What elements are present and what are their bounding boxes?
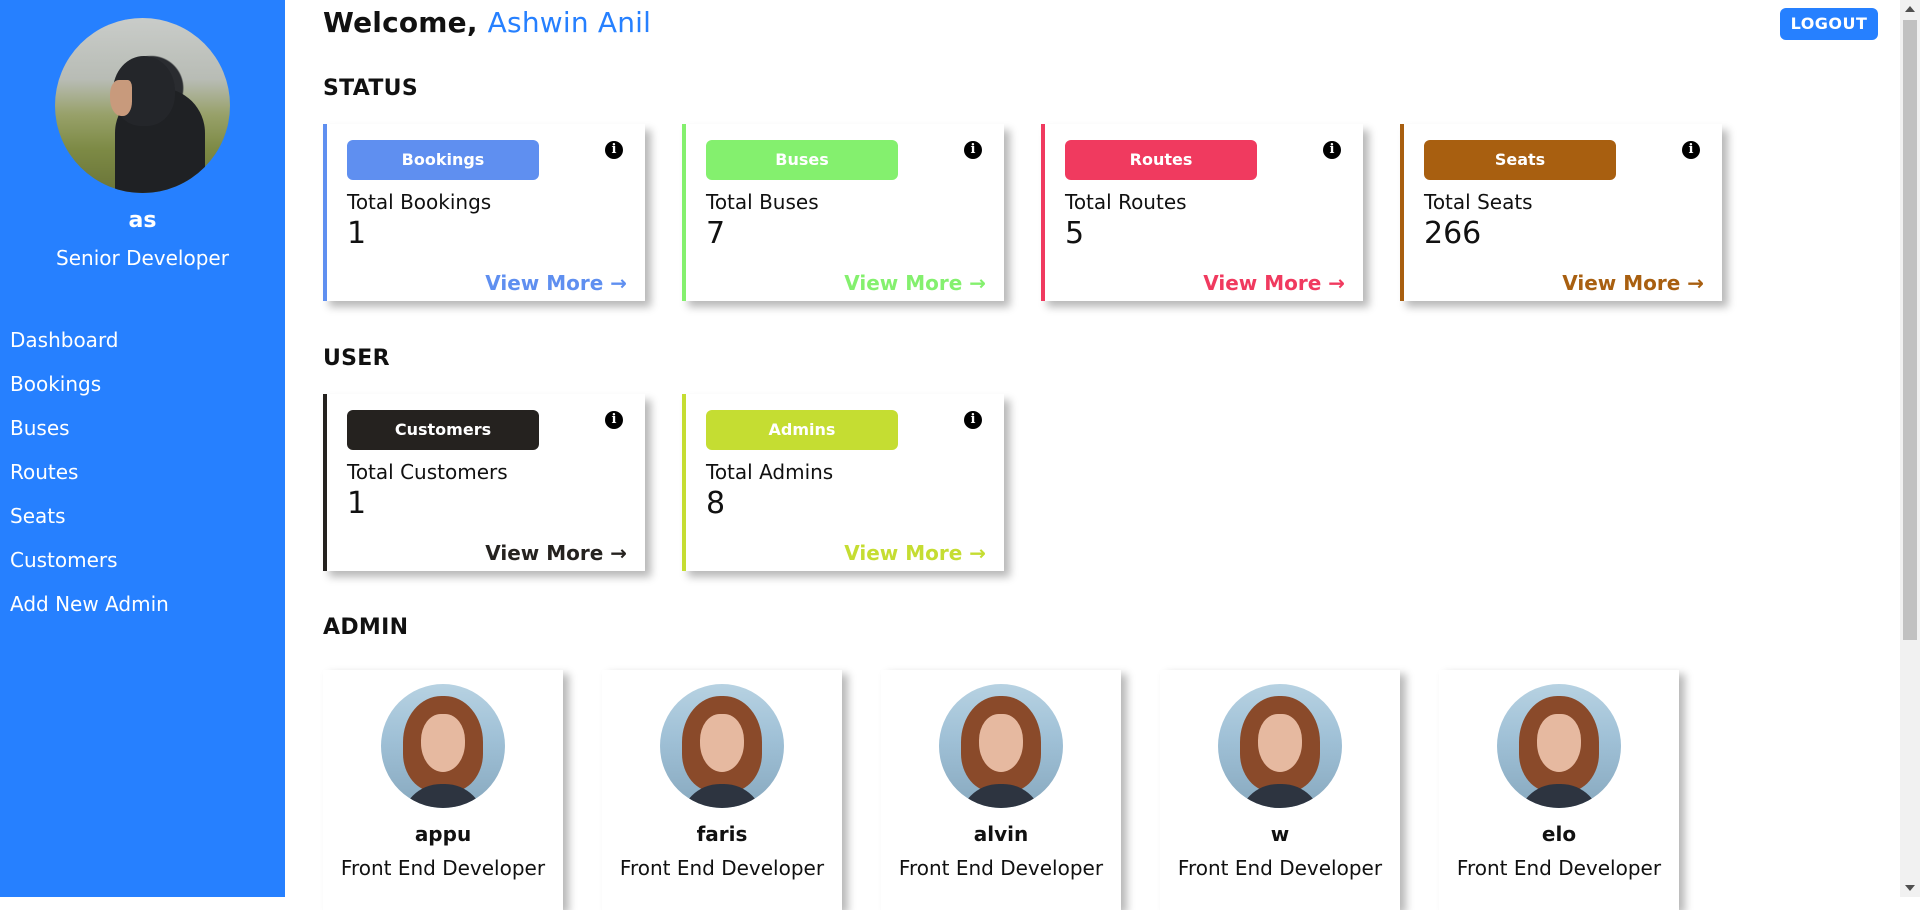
welcome-prefix: Welcome,	[323, 6, 488, 39]
admins-card: Admins i Total Admins 8 View More →	[682, 394, 1004, 571]
welcome-heading: Welcome, Ashwin Anil	[323, 6, 651, 39]
card-label: Total Seats	[1424, 190, 1533, 214]
buses-badge[interactable]: Buses	[706, 140, 898, 180]
scroll-down-arrow-icon[interactable]	[1905, 885, 1915, 891]
admin-avatar	[381, 684, 505, 808]
sidebar-item-dashboard[interactable]: Dashboard	[10, 318, 169, 362]
logout-button[interactable]: LOGOUT	[1780, 8, 1878, 40]
view-more-link[interactable]: View More →	[1203, 271, 1345, 295]
admin-name: w	[1270, 822, 1290, 846]
admins-badge[interactable]: Admins	[706, 410, 898, 450]
customers-card: Customers i Total Customers 1 View More …	[323, 394, 645, 571]
info-icon[interactable]: i	[964, 411, 982, 429]
profile-avatar	[55, 18, 230, 193]
admin-avatar	[660, 684, 784, 808]
page-scrollbar[interactable]	[1900, 0, 1920, 897]
admin-role: Front End Developer	[898, 856, 1104, 880]
scroll-up-arrow-icon[interactable]	[1905, 6, 1915, 12]
status-section-title: STATUS	[323, 76, 418, 101]
seats-badge[interactable]: Seats	[1424, 140, 1616, 180]
profile-role: Senior Developer	[56, 246, 229, 270]
card-value: 266	[1424, 216, 1482, 251]
admin-name: appu	[414, 822, 472, 846]
card-label: Total Buses	[706, 190, 819, 214]
admin-name: alvin	[973, 822, 1029, 846]
view-more-link[interactable]: View More →	[844, 541, 986, 565]
welcome-user-name: Ashwin Anil	[487, 6, 652, 39]
profile-name: as	[128, 208, 157, 233]
card-value: 1	[347, 486, 367, 521]
admin-role: Front End Developer	[619, 856, 825, 880]
sidebar-item-customers[interactable]: Customers	[10, 538, 169, 582]
card-label: Total Bookings	[347, 190, 492, 214]
admin-avatar	[939, 684, 1063, 808]
view-more-link[interactable]: View More →	[1562, 271, 1704, 295]
admin-name: faris	[696, 822, 748, 846]
admin-role: Front End Developer	[1456, 856, 1662, 880]
card-label: Total Admins	[706, 460, 834, 484]
seats-card: Seats i Total Seats 266 View More →	[1400, 124, 1722, 301]
admin-card[interactable]: elo Front End Developer	[1439, 670, 1679, 910]
admin-card[interactable]: alvin Front End Developer	[881, 670, 1121, 910]
admin-card[interactable]: faris Front End Developer	[602, 670, 842, 910]
admin-avatar	[1497, 684, 1621, 808]
card-value: 1	[347, 216, 367, 251]
info-icon[interactable]: i	[964, 141, 982, 159]
admin-role: Front End Developer	[340, 856, 546, 880]
card-value: 8	[706, 486, 726, 521]
card-label: Total Customers	[347, 460, 508, 484]
sidebar-item-buses[interactable]: Buses	[10, 406, 169, 450]
view-more-link[interactable]: View More →	[485, 271, 627, 295]
routes-badge[interactable]: Routes	[1065, 140, 1257, 180]
bookings-card: Bookings i Total Bookings 1 View More →	[323, 124, 645, 301]
sidebar-item-routes[interactable]: Routes	[10, 450, 169, 494]
view-more-link[interactable]: View More →	[844, 271, 986, 295]
card-value: 5	[1065, 216, 1085, 251]
sidebar-item-seats[interactable]: Seats	[10, 494, 169, 538]
scrollbar-thumb[interactable]	[1903, 20, 1917, 640]
user-section-title: USER	[323, 346, 390, 371]
info-icon[interactable]: i	[1323, 141, 1341, 159]
sidebar-item-bookings[interactable]: Bookings	[10, 362, 169, 406]
info-icon[interactable]: i	[1682, 141, 1700, 159]
info-icon[interactable]: i	[605, 141, 623, 159]
admin-avatar	[1218, 684, 1342, 808]
customers-badge[interactable]: Customers	[347, 410, 539, 450]
sidebar-nav: Dashboard Bookings Buses Routes Seats Cu…	[10, 318, 169, 626]
bookings-badge[interactable]: Bookings	[347, 140, 539, 180]
card-value: 7	[706, 216, 726, 251]
info-icon[interactable]: i	[605, 411, 623, 429]
sidebar: as Senior Developer Dashboard Bookings B…	[0, 0, 285, 897]
card-label: Total Routes	[1065, 190, 1187, 214]
admin-role: Front End Developer	[1177, 856, 1383, 880]
routes-card: Routes i Total Routes 5 View More →	[1041, 124, 1363, 301]
sidebar-item-add-new-admin[interactable]: Add New Admin	[10, 582, 169, 626]
admin-card[interactable]: w Front End Developer	[1160, 670, 1400, 910]
admin-name: elo	[1541, 822, 1577, 846]
view-more-link[interactable]: View More →	[485, 541, 627, 565]
admin-card[interactable]: appu Front End Developer	[323, 670, 563, 910]
admin-section-title: ADMIN	[323, 615, 409, 640]
buses-card: Buses i Total Buses 7 View More →	[682, 124, 1004, 301]
